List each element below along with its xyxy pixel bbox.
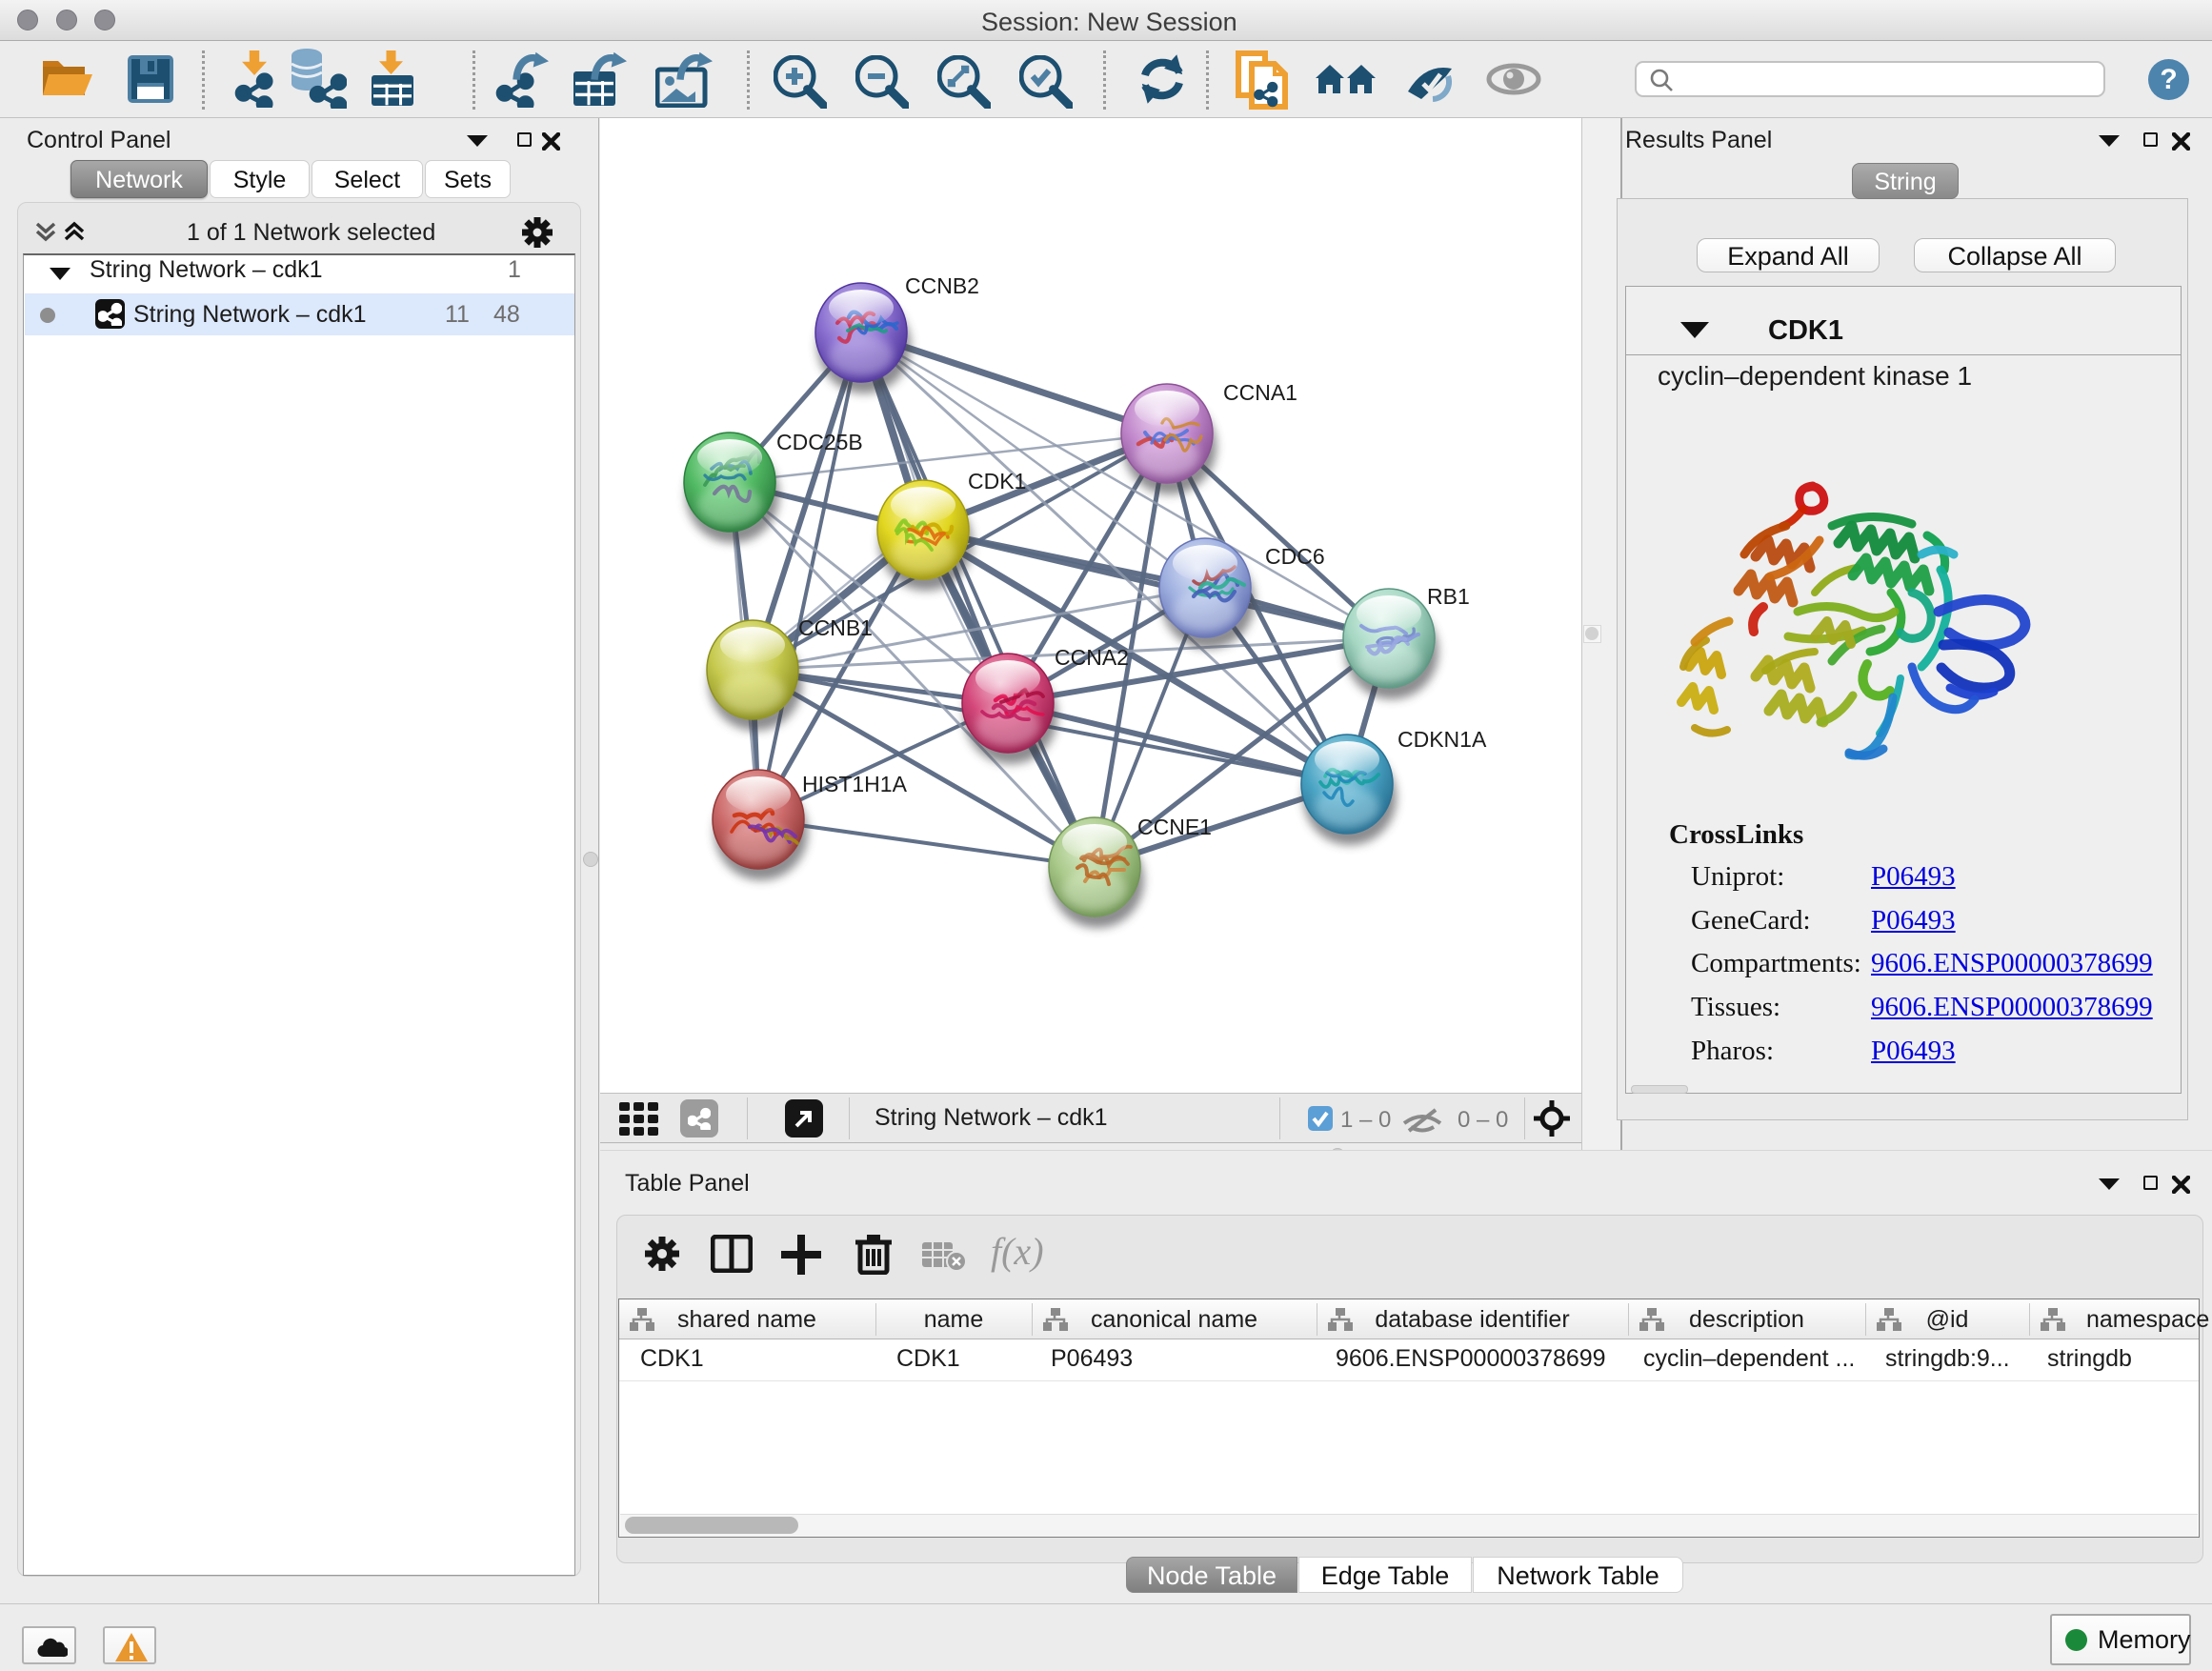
svg-text:CCNA2: CCNA2 (1055, 645, 1129, 670)
svg-text:CCNE1: CCNE1 (1137, 815, 1212, 839)
svg-text:CDK1: CDK1 (968, 469, 1026, 493)
svg-text:CDC6: CDC6 (1265, 544, 1325, 569)
svg-text:CCNA1: CCNA1 (1223, 380, 1297, 405)
svg-text:CDKN1A: CDKN1A (1398, 727, 1487, 752)
svg-text:CCNB2: CCNB2 (905, 273, 979, 298)
svg-text:RB1: RB1 (1427, 584, 1470, 609)
svg-text:CCNB1: CCNB1 (798, 615, 873, 640)
svg-text:CDC25B: CDC25B (776, 430, 863, 454)
svg-text:HIST1H1A: HIST1H1A (802, 772, 908, 796)
